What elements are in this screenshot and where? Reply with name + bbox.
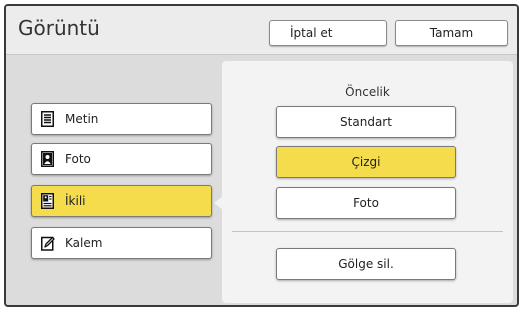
mode-label: Metin — [65, 112, 99, 126]
priority-cizgi-button[interactable]: Çizgi — [276, 146, 456, 178]
ok-button[interactable]: Tamam — [395, 20, 508, 46]
mode-button-ikili[interactable]: İkili — [31, 185, 212, 217]
pencil-icon — [41, 235, 55, 251]
priority-foto-button[interactable]: Foto — [276, 187, 456, 219]
mode-button-foto[interactable]: Foto — [31, 143, 212, 175]
dialog-title: Görüntü — [18, 16, 100, 40]
mode-label: Foto — [65, 152, 91, 166]
mode-list: Metin Foto İkili Kalem — [6, 55, 219, 305]
cancel-button[interactable]: İptal et — [269, 20, 387, 46]
mode-button-kalem[interactable]: Kalem — [31, 227, 212, 259]
text-document-icon — [41, 111, 55, 127]
text-photo-document-icon — [41, 193, 55, 209]
priority-panel: Öncelik Standart Çizgi Foto Gölge sil. — [222, 61, 513, 303]
mode-button-metin[interactable]: Metin — [31, 103, 212, 135]
priority-label: Öncelik — [345, 85, 390, 99]
dialog-header: Görüntü İptal et Tamam — [6, 6, 517, 55]
image-mode-dialog: Görüntü İptal et Tamam Metin Foto İkili … — [4, 4, 519, 307]
shadow-erase-button[interactable]: Gölge sil. — [276, 248, 456, 280]
mode-label: Kalem — [65, 236, 103, 250]
priority-standart-button[interactable]: Standart — [276, 106, 456, 138]
mode-label: İkili — [65, 194, 86, 208]
divider — [232, 231, 503, 232]
photo-portrait-icon — [41, 151, 55, 167]
